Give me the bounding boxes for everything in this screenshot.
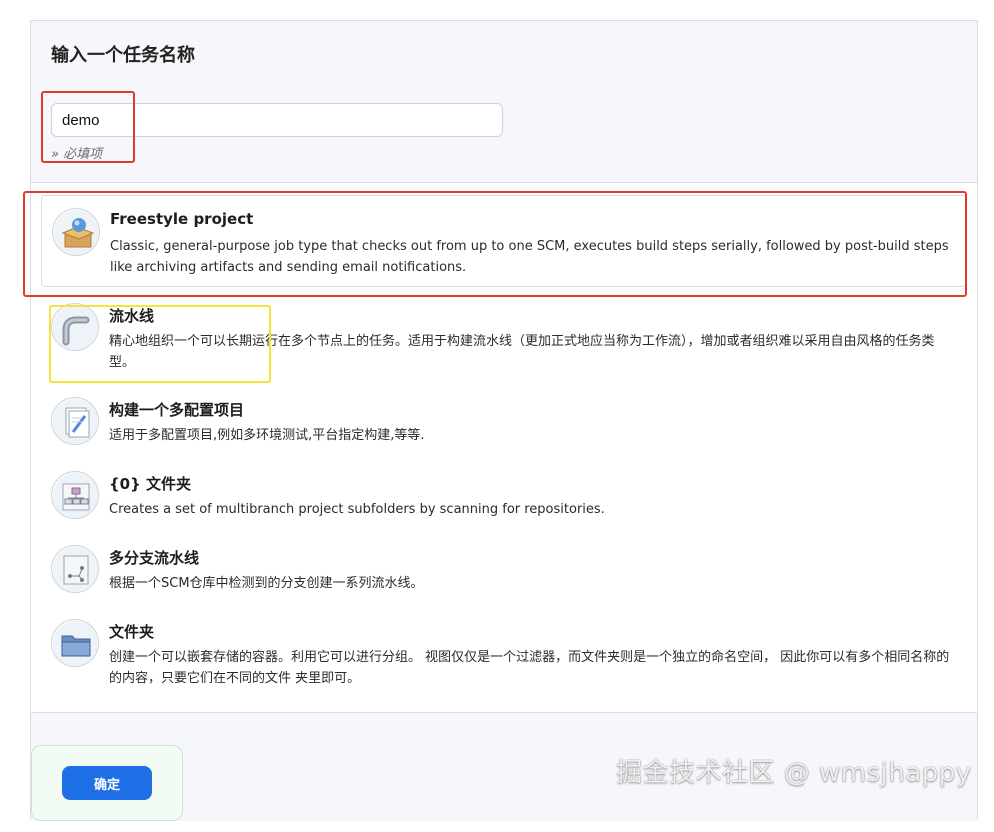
org-folder-icon: [51, 471, 99, 519]
job-type-multi-config-desc: 适用于多配置项目,例如多环境测试,平台指定构建,等等.: [109, 428, 425, 443]
job-type-freestyle[interactable]: Freestyle project Classic, general-purpo…: [41, 195, 967, 287]
job-type-freestyle-title: Freestyle project: [110, 210, 254, 228]
multi-config-icon: [51, 397, 99, 445]
job-type-multi-config-title: 构建一个多配置项目: [109, 401, 245, 419]
job-type-list: Freestyle project Classic, general-purpo…: [23, 183, 977, 713]
job-type-org-folder-desc: Creates a set of multibranch project sub…: [109, 502, 605, 517]
ok-button[interactable]: 确定: [62, 766, 152, 800]
job-type-pipeline-desc: 精心地组织一个可以长期运行在多个节点上的任务。适用于构建流水线（更加正式地应当称…: [109, 334, 935, 370]
watermark-text: 掘金技术社区 @ wmsjhappy: [616, 758, 972, 788]
required-note: » 必填项: [51, 147, 103, 162]
job-type-folder-title: 文件夹: [109, 623, 155, 641]
multibranch-pipeline-icon: [51, 545, 99, 593]
folder-icon: [51, 619, 99, 667]
page-title: 输入一个任务名称: [51, 45, 195, 66]
job-type-multi-config[interactable]: 构建一个多配置项目 适用于多配置项目,例如多环境测试,平台指定构建,等等.: [41, 395, 967, 457]
new-item-panel: 输入一个任务名称 » 必填项 Freestyle project Classic…: [23, 20, 978, 821]
job-type-org-folder[interactable]: {0} 文件夹 Creates a set of multibranch pro…: [41, 469, 967, 531]
job-type-folder[interactable]: 文件夹 创建一个可以嵌套存储的容器。利用它可以进行分组。 视图仅仅是一个过滤器，…: [41, 617, 967, 697]
pipeline-icon: [51, 303, 99, 351]
job-type-multibranch-pipeline[interactable]: 多分支流水线 根据一个SCM仓库中检测到的分支创建一系列流水线。: [41, 543, 967, 605]
job-type-pipeline-title: 流水线: [109, 307, 155, 325]
job-type-multibranch-pipeline-desc: 根据一个SCM仓库中检测到的分支创建一系列流水线。: [109, 576, 424, 591]
job-type-freestyle-desc: Classic, general-purpose job type that c…: [110, 239, 949, 275]
job-type-multibranch-pipeline-title: 多分支流水线: [109, 549, 200, 567]
job-type-folder-desc: 创建一个可以嵌套存储的容器。利用它可以进行分组。 视图仅仅是一个过滤器，而文件夹…: [109, 650, 950, 686]
job-type-org-folder-title: {0} 文件夹: [109, 475, 192, 493]
freestyle-project-icon: [52, 208, 100, 256]
item-name-input[interactable]: [51, 103, 503, 137]
name-section: 输入一个任务名称 » 必填项: [31, 21, 977, 183]
job-type-pipeline[interactable]: 流水线 精心地组织一个可以长期运行在多个节点上的任务。适用于构建流水线（更加正式…: [41, 299, 967, 379]
ok-button-container: 确定: [31, 745, 183, 821]
